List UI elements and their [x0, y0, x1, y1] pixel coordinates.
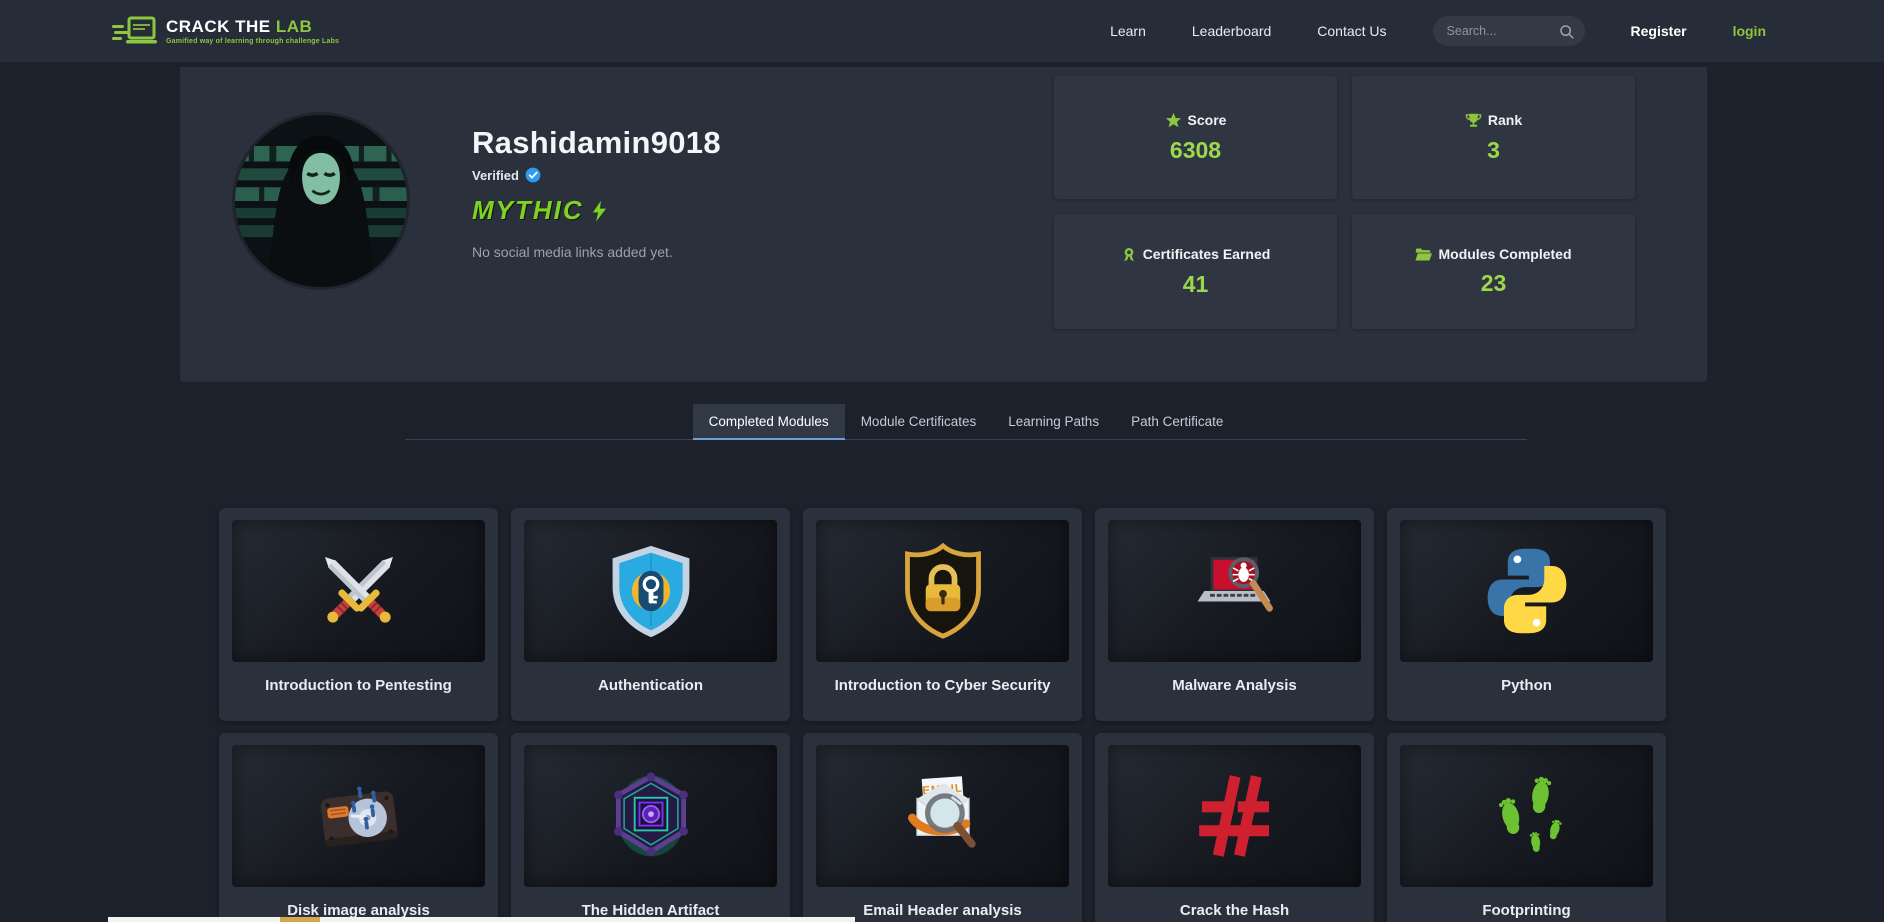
stat-label: Certificates Earned [1143, 246, 1271, 262]
module-tile [1400, 520, 1653, 662]
module-card[interactable]: Disk image analysis [219, 733, 498, 922]
username: Rashidamin9018 [472, 125, 721, 161]
module-card[interactable]: Malware Analysis [1095, 508, 1374, 721]
social-note: No social media links added yet. [472, 244, 721, 260]
stat-label: Rank [1488, 112, 1522, 128]
green-footprints-icon [1479, 768, 1575, 864]
tab-module-certificates[interactable]: Module Certificates [845, 404, 993, 440]
module-tile [1108, 520, 1361, 662]
navbar: CRACK THE LAB Gamified way of learning t… [0, 0, 1884, 62]
module-label: Authentication [524, 677, 777, 694]
modules-grid: Introduction to Pentesting Authenticatio… [219, 508, 1667, 922]
module-tile [1400, 745, 1653, 887]
bottom-cutoff-strip [108, 917, 855, 922]
certificates-card: Certificates Earned 41 [1054, 214, 1337, 329]
nav-link-learn[interactable]: Learn [1110, 23, 1146, 39]
tab-completed-modules[interactable]: Completed Modules [693, 404, 845, 440]
crossed-swords-icon [309, 541, 409, 641]
module-tile [816, 520, 1069, 662]
module-card[interactable]: Introduction to Pentesting [219, 508, 498, 721]
search-box[interactable] [1433, 16, 1585, 46]
red-hash-icon [1189, 768, 1281, 864]
stat-value: 41 [1183, 271, 1209, 298]
brand-logo[interactable]: CRACK THE LAB Gamified way of learning t… [112, 16, 339, 46]
mystic-emblem-icon [603, 768, 699, 864]
module-label: Footprinting [1400, 902, 1653, 919]
stat-label: Score [1188, 112, 1227, 128]
brand-tagline: Gamified way of learning through challen… [166, 38, 339, 45]
star-icon [1165, 112, 1182, 129]
stat-value: 6308 [1170, 137, 1221, 164]
module-label: Introduction to Cyber Security [816, 677, 1069, 694]
module-card[interactable]: Footprinting [1387, 733, 1666, 922]
nav-link-leaderboard[interactable]: Leaderboard [1192, 23, 1271, 39]
trophy-icon [1465, 112, 1482, 129]
blue-shield-keyhole-icon [603, 543, 699, 639]
score-card: Score 6308 [1054, 76, 1337, 199]
module-card[interactable]: Python [1387, 508, 1666, 721]
module-card[interactable]: Introduction to Cyber Security [803, 508, 1082, 721]
laptop-speed-icon [112, 16, 158, 46]
tab-path-certificate[interactable]: Path Certificate [1115, 404, 1239, 440]
tier-label: MYTHIC [472, 195, 584, 226]
module-label: Introduction to Pentesting [232, 677, 485, 694]
search-input[interactable] [1447, 24, 1558, 38]
stat-value: 23 [1481, 270, 1507, 297]
module-label: Crack the Hash [1108, 902, 1361, 919]
module-label: Malware Analysis [1108, 677, 1361, 694]
rank-card: Rank 3 [1352, 76, 1635, 199]
register-button[interactable]: Register [1631, 23, 1687, 39]
nav-link-contact-us[interactable]: Contact Us [1317, 23, 1386, 39]
bottom-cutoff-gold-fragment [280, 917, 320, 922]
login-button[interactable]: login [1733, 23, 1766, 39]
verified-badge-icon [525, 167, 541, 183]
stat-label: Modules Completed [1438, 246, 1571, 262]
search-icon[interactable] [1558, 23, 1575, 40]
modules-card: Modules Completed 23 [1352, 214, 1635, 329]
module-tile [524, 520, 777, 662]
module-tile [232, 745, 485, 887]
avatar [235, 115, 407, 287]
folder-icon [1415, 247, 1432, 262]
module-card[interactable]: EMAIL Email Header analysis [803, 733, 1082, 922]
email-magnifier-icon: EMAIL [893, 768, 993, 864]
gold-shield-padlock-icon [895, 543, 991, 639]
module-card[interactable]: Crack the Hash [1095, 733, 1374, 922]
stats-grid: Score 6308 Rank 3 [1054, 76, 1635, 329]
python-logo-icon [1479, 543, 1575, 639]
tab-learning-paths[interactable]: Learning Paths [992, 404, 1115, 440]
module-card[interactable]: The Hidden Artifact [511, 733, 790, 922]
profile-tabs: Completed Modules Module Certificates Le… [405, 404, 1527, 440]
lightning-bolt-icon [592, 200, 607, 222]
brand-title: CRACK THE LAB [166, 18, 339, 35]
module-card[interactable]: Authentication [511, 508, 790, 721]
laptop-bug-magnifier-icon [1185, 543, 1285, 639]
hard-drive-icon [307, 768, 411, 864]
medal-icon [1121, 246, 1137, 263]
module-tile [524, 745, 777, 887]
module-label: Python [1400, 677, 1653, 694]
tier-badge: MYTHIC [472, 195, 721, 226]
stat-value: 3 [1487, 137, 1500, 164]
module-tile [232, 520, 485, 662]
module-tile [1108, 745, 1361, 887]
verified-label: Verified [472, 168, 519, 183]
module-tile: EMAIL [816, 745, 1069, 887]
